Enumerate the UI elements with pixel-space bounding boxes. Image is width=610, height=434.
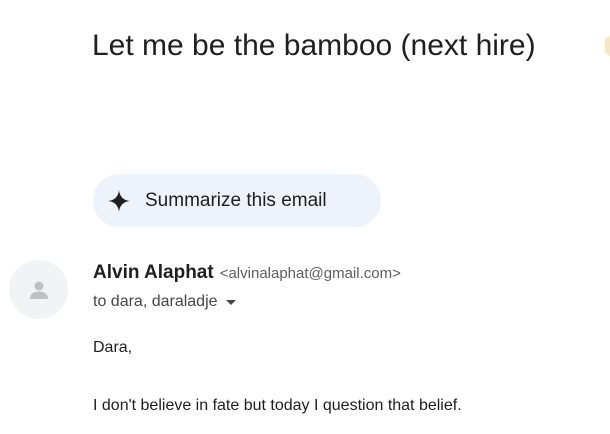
recipients-line: to dara, daraladje bbox=[93, 293, 236, 311]
body-greeting: Dara, bbox=[93, 339, 133, 356]
email-subject: Let me be the bamboo (next hire) bbox=[92, 29, 536, 62]
sparkle-icon bbox=[107, 189, 131, 213]
sender-name[interactable]: Alvin Alaphat bbox=[93, 262, 214, 284]
person-icon bbox=[29, 281, 48, 299]
body-paragraph: I don't believe in fate but today I ques… bbox=[93, 397, 462, 414]
email-view: Let me be the bamboo (next hire) Summari… bbox=[0, 0, 610, 434]
avatar[interactable] bbox=[9, 260, 68, 319]
sender-email: <alvinalaphat@gmail.com> bbox=[219, 265, 401, 282]
recipients-text: to dara, daraladje bbox=[93, 293, 218, 310]
summarize-email-button[interactable]: Summarize this email bbox=[93, 174, 381, 227]
summarize-email-label: Summarize this email bbox=[145, 189, 327, 211]
label-chip[interactable] bbox=[605, 36, 610, 56]
sender-line: Alvin Alaphat <alvinalaphat@gmail.com> bbox=[93, 262, 401, 284]
caret-down-icon[interactable] bbox=[225, 299, 236, 305]
